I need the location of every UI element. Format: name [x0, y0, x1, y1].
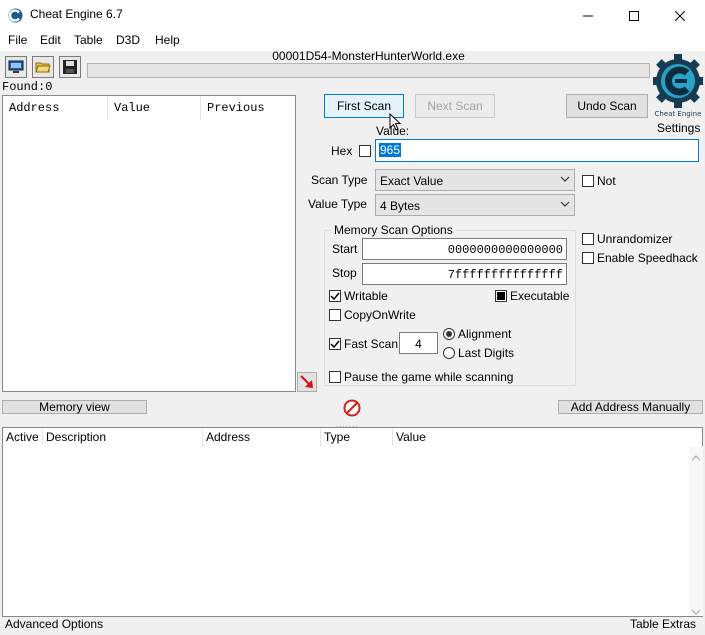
- fast-scan-alignment-input[interactable]: 4: [399, 332, 438, 354]
- enable-speedhack-label: Enable Speedhack: [597, 251, 698, 265]
- column-header-address[interactable]: Address: [3, 96, 108, 120]
- checkmark-icon: [330, 340, 340, 349]
- column-header-previous[interactable]: Previous: [201, 96, 295, 120]
- undo-scan-button[interactable]: Undo Scan: [566, 94, 648, 118]
- svg-text:Cheat Engine: Cheat Engine: [655, 110, 702, 118]
- minimize-icon: [583, 15, 593, 16]
- maximize-button[interactable]: [611, 0, 657, 31]
- column-header-description[interactable]: Description: [43, 428, 203, 446]
- cheat-engine-logo[interactable]: Cheat Engine: [651, 51, 705, 119]
- alignment-radio[interactable]: [443, 328, 455, 340]
- last-digits-label: Last Digits: [458, 346, 515, 360]
- scroll-down-icon[interactable]: [691, 604, 701, 618]
- address-table[interactable]: Active Description Address Type Value: [2, 427, 703, 617]
- memory-scan-options-title: Memory Scan Options: [331, 223, 456, 237]
- save-file-button[interactable]: [59, 56, 81, 78]
- menu-help[interactable]: Help: [155, 33, 180, 47]
- column-header-active[interactable]: Active: [3, 428, 43, 446]
- fast-scan-label: Fast Scan: [344, 337, 399, 351]
- process-name-label: 00001D54-MonsterHunterWorld.exe: [272, 49, 465, 63]
- red-arrow-down-right-icon: [300, 375, 313, 388]
- executable-checkbox[interactable]: [495, 290, 507, 302]
- found-count-label: Found:0: [2, 80, 53, 94]
- unrandomizer-label: Unrandomizer: [597, 232, 673, 246]
- memory-view-button[interactable]: Memory view: [2, 400, 147, 414]
- close-icon: [675, 10, 685, 21]
- minimize-button[interactable]: [565, 0, 611, 31]
- scroll-up-icon[interactable]: [691, 450, 701, 464]
- menu-table[interactable]: Table: [74, 33, 103, 47]
- writable-label: Writable: [344, 289, 388, 303]
- copy-on-write-label: CopyOnWrite: [344, 308, 416, 322]
- pause-game-label: Pause the game while scanning: [344, 370, 514, 384]
- not-checkbox[interactable]: [582, 175, 594, 187]
- computer-icon: [8, 60, 24, 73]
- cheat-engine-app-icon: [7, 7, 24, 24]
- folder-open-icon: [35, 62, 51, 73]
- value-type-label: Value Type: [308, 197, 367, 211]
- menu-edit[interactable]: Edit: [40, 33, 61, 47]
- unrandomizer-checkbox[interactable]: [582, 233, 594, 245]
- column-header-address[interactable]: Address: [203, 428, 321, 446]
- scan-results-list[interactable]: Address Value Previous: [2, 95, 296, 392]
- table-extras-link[interactable]: Table Extras: [630, 617, 696, 631]
- scan-type-select[interactable]: Exact Value: [375, 169, 575, 191]
- open-file-button[interactable]: [32, 56, 54, 78]
- fast-scan-checkbox[interactable]: [329, 338, 341, 350]
- next-scan-button[interactable]: Next Scan: [415, 94, 495, 118]
- chevron-down-icon: [560, 173, 570, 187]
- maximize-icon: [629, 10, 639, 21]
- checkmark-icon: [330, 292, 340, 301]
- start-address-input[interactable]: 0000000000000000: [362, 238, 567, 260]
- stop-address-input[interactable]: 7fffffffffffffff: [362, 263, 567, 285]
- column-header-type[interactable]: Type: [321, 428, 393, 446]
- hex-checkbox[interactable]: [359, 145, 371, 157]
- value-label: Value:: [376, 124, 410, 138]
- menu-bar: [0, 31, 705, 51]
- last-digits-radio[interactable]: [443, 347, 455, 359]
- hex-label: Hex: [331, 144, 353, 158]
- stop-label: Stop: [332, 266, 357, 280]
- chevron-down-icon: [560, 198, 570, 212]
- no-entry-icon: [343, 399, 361, 417]
- window-title: Cheat Engine 6.7: [30, 7, 123, 21]
- select-process-button[interactable]: [5, 56, 27, 78]
- add-to-list-button[interactable]: [297, 372, 317, 392]
- scan-type-label: Scan Type: [311, 173, 368, 187]
- scan-progress-bar: [87, 63, 650, 78]
- indeterminate-mark-icon: [497, 292, 505, 300]
- advanced-options-link[interactable]: Advanced Options: [5, 617, 103, 631]
- scan-value-text: 965: [379, 143, 402, 157]
- stop-button[interactable]: [342, 399, 362, 417]
- column-header-value[interactable]: Value: [393, 428, 689, 446]
- vertical-scrollbar[interactable]: [689, 446, 703, 616]
- scan-type-value: Exact Value: [380, 174, 444, 188]
- not-label: Not: [597, 174, 616, 188]
- cheat-engine-logo-icon: Cheat Engine: [651, 54, 705, 118]
- settings-link[interactable]: Settings: [657, 121, 700, 135]
- scan-value-input[interactable]: 965: [375, 139, 699, 162]
- alignment-label: Alignment: [458, 327, 512, 341]
- executable-label: Executable: [510, 289, 570, 303]
- pause-game-checkbox[interactable]: [329, 371, 341, 383]
- add-address-manually-button[interactable]: Add Address Manually: [558, 400, 703, 414]
- column-header-value[interactable]: Value: [108, 96, 201, 120]
- writable-checkbox[interactable]: [329, 290, 341, 302]
- menu-file[interactable]: File: [8, 33, 27, 47]
- radio-selected-dot: [446, 331, 452, 337]
- floppy-disk-icon: [63, 60, 77, 74]
- value-type-select[interactable]: 4 Bytes: [375, 194, 575, 216]
- menu-d3d[interactable]: D3D: [116, 33, 140, 47]
- enable-speedhack-checkbox[interactable]: [582, 252, 594, 264]
- start-label: Start: [332, 242, 358, 256]
- close-button[interactable]: [657, 0, 703, 31]
- value-type-value: 4 Bytes: [380, 199, 421, 213]
- copy-on-write-checkbox[interactable]: [329, 309, 341, 321]
